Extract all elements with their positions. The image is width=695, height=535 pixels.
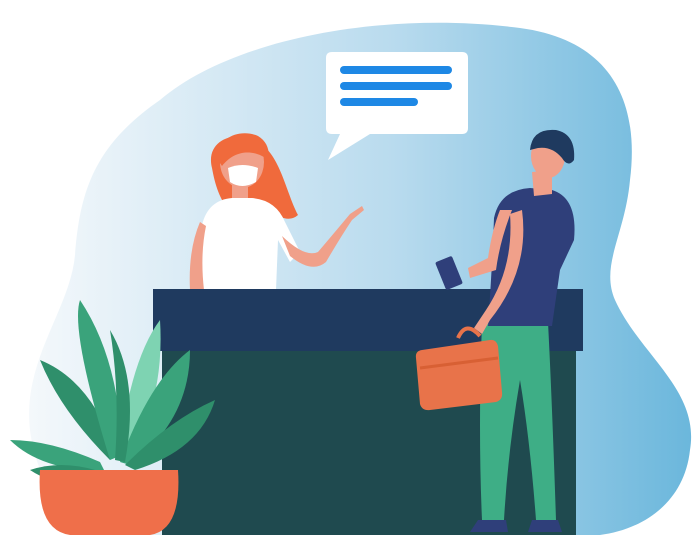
bubble-line-2 [340, 82, 452, 90]
reception-desk-illustration [10, 22, 692, 535]
bubble-line-1 [340, 66, 452, 74]
bubble-line-3 [340, 98, 418, 106]
plant-pot [39, 470, 179, 535]
